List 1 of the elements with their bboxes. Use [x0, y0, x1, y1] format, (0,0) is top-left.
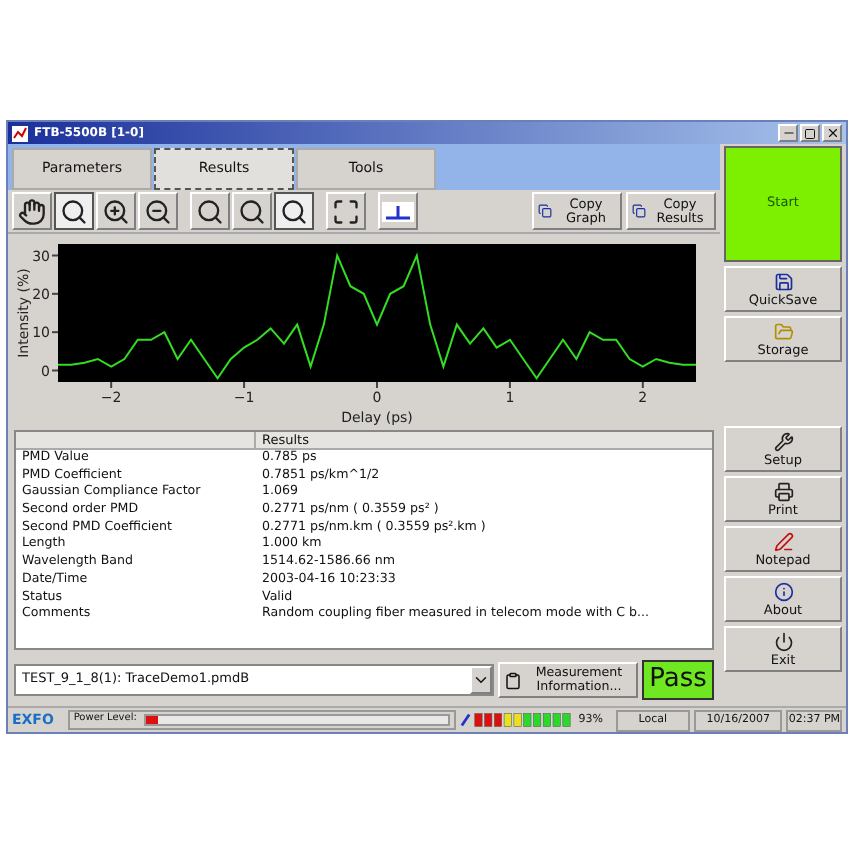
pass-indicator: Pass [642, 660, 714, 700]
